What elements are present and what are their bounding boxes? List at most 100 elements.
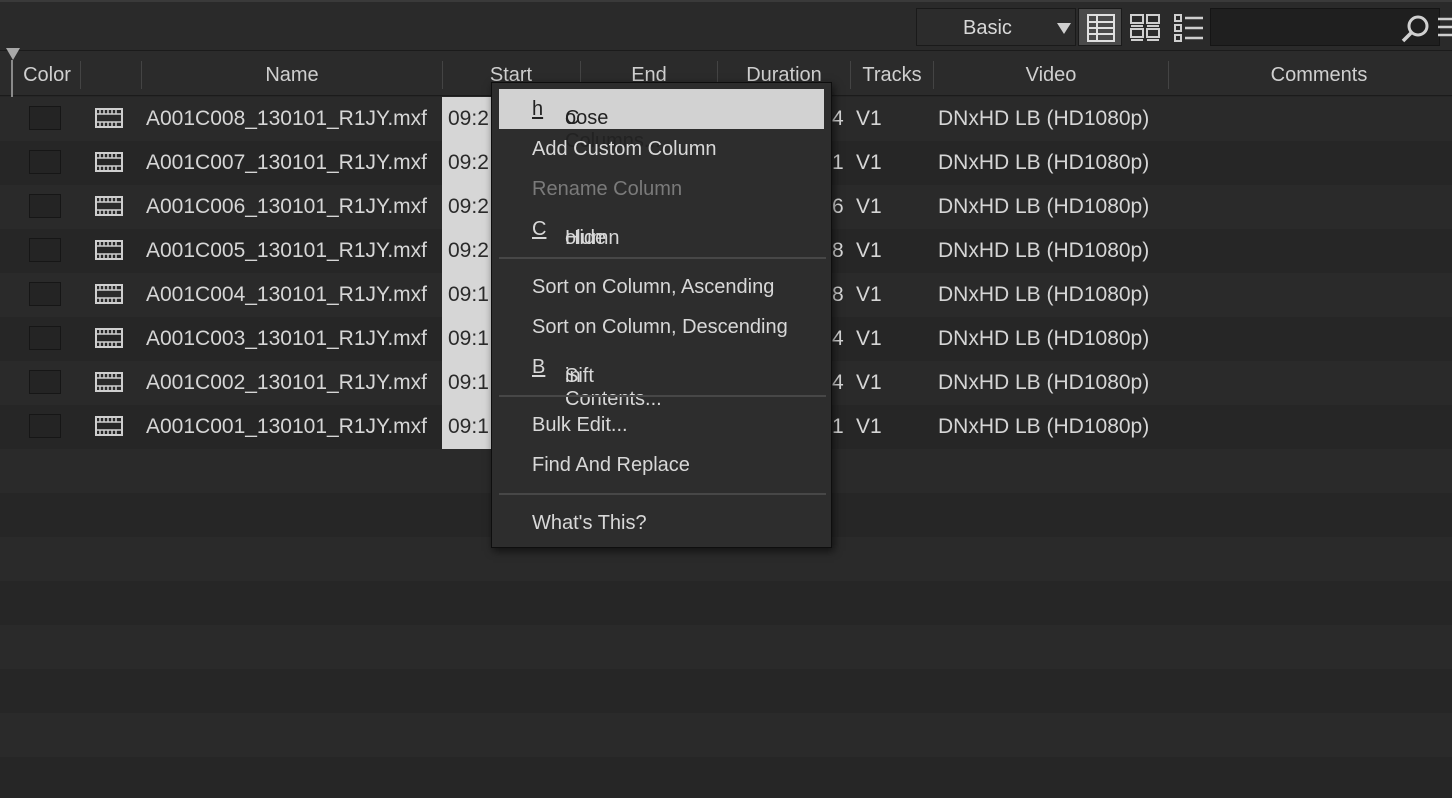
duration-value: 8 bbox=[832, 239, 844, 262]
column-header-color[interactable]: Color bbox=[14, 51, 80, 95]
tracks-value: V1 bbox=[856, 327, 882, 350]
start-value: 09:2 bbox=[448, 107, 489, 130]
start-cell[interactable]: 09:1 bbox=[442, 405, 492, 449]
clip-name: A001C001_130101_R1JY.mxf bbox=[146, 415, 427, 438]
color-swatch[interactable] bbox=[29, 326, 61, 350]
menu-label: What's This? bbox=[532, 512, 647, 534]
tracks-value: V1 bbox=[856, 371, 882, 394]
tracks-value: V1 bbox=[856, 107, 882, 130]
clip-name: A001C006_130101_R1JY.mxf bbox=[146, 195, 427, 218]
clip-name: A001C004_130101_R1JY.mxf bbox=[146, 283, 427, 306]
column-header-name[interactable]: Name bbox=[142, 51, 442, 95]
menu-separator bbox=[499, 493, 826, 495]
start-cell[interactable]: 09:2 bbox=[442, 97, 492, 141]
frame-view-button[interactable] bbox=[1122, 8, 1166, 46]
video-format: DNxHD LB (HD1080p) bbox=[938, 239, 1150, 262]
list-view-icon bbox=[1174, 14, 1203, 42]
menu-separator bbox=[499, 257, 826, 259]
playhead-marker bbox=[6, 48, 20, 60]
start-value: 09:2 bbox=[448, 195, 489, 218]
start-value: 09:2 bbox=[448, 239, 489, 262]
duration-value: 1 bbox=[832, 151, 844, 174]
list-view-button[interactable] bbox=[1078, 8, 1122, 46]
color-swatch[interactable] bbox=[29, 238, 61, 262]
column-header-comments[interactable]: Comments bbox=[1169, 51, 1452, 95]
video-format: DNxHD LB (HD1080p) bbox=[938, 107, 1150, 130]
start-value: 09:1 bbox=[448, 415, 489, 438]
color-swatch[interactable] bbox=[29, 194, 61, 218]
menu-item-add-custom-column[interactable]: Add Custom Column bbox=[499, 129, 824, 169]
search-input[interactable] bbox=[1211, 9, 1407, 45]
film-strip-icon bbox=[95, 240, 123, 260]
menu-item-sort-descending[interactable]: Sort on Column, Descending bbox=[499, 307, 824, 347]
color-swatch[interactable] bbox=[29, 414, 61, 438]
duration-value: 4 bbox=[832, 327, 844, 350]
menu-item-bulk-edit[interactable]: Bulk Edit... bbox=[499, 405, 824, 445]
film-strip-icon bbox=[95, 196, 123, 216]
menu-item-hide-column[interactable]: Hide Column bbox=[499, 209, 824, 249]
empty-row bbox=[0, 669, 1452, 713]
start-cell[interactable]: 09:2 bbox=[442, 141, 492, 185]
menu-label: Add Custom Column bbox=[532, 138, 717, 160]
view-preset-label: Basic bbox=[963, 17, 1012, 39]
start-value: 09:1 bbox=[448, 283, 489, 306]
menu-item-sift-bin-contents[interactable]: Sift Bin Contents... bbox=[499, 347, 824, 410]
duration-value: 1 bbox=[832, 415, 844, 438]
tracks-value: V1 bbox=[856, 151, 882, 174]
column-header-tracks[interactable]: Tracks bbox=[851, 51, 933, 95]
tracks-value: V1 bbox=[856, 239, 882, 262]
duration-value: 8 bbox=[832, 283, 844, 306]
menu-label: Sort on Column, Descending bbox=[532, 316, 788, 338]
script-view-button[interactable] bbox=[1166, 8, 1210, 46]
color-swatch[interactable] bbox=[29, 106, 61, 130]
film-strip-icon bbox=[95, 372, 123, 392]
menu-mnemonic: C bbox=[532, 218, 547, 240]
menu-item-rename-column: Rename Column bbox=[499, 169, 824, 209]
bin-search bbox=[1210, 8, 1440, 46]
frame-view-icon bbox=[1087, 14, 1115, 42]
color-swatch[interactable] bbox=[29, 370, 61, 394]
clip-name: A001C003_130101_R1JY.mxf bbox=[146, 327, 427, 350]
empty-row bbox=[0, 625, 1452, 669]
menu-label: olumn bbox=[565, 227, 620, 249]
tracks-value: V1 bbox=[856, 195, 882, 218]
menu-label: Bulk Edit... bbox=[532, 414, 628, 436]
menu-item-sort-ascending[interactable]: Sort on Column, Ascending bbox=[499, 267, 824, 307]
menu-item-choose-columns[interactable]: Ch oose Columns... bbox=[499, 89, 824, 152]
video-format: DNxHD LB (HD1080p) bbox=[938, 371, 1150, 394]
clip-name: A001C007_130101_R1JY.mxf bbox=[146, 151, 427, 174]
color-swatch[interactable] bbox=[29, 150, 61, 174]
video-format: DNxHD LB (HD1080p) bbox=[938, 151, 1150, 174]
view-preset-dropdown[interactable]: Basic bbox=[916, 8, 1076, 46]
menu-mnemonic: B bbox=[532, 356, 546, 378]
empty-row bbox=[0, 713, 1452, 757]
menu-mnemonic: h bbox=[532, 98, 544, 120]
dropdown-arrow-icon bbox=[1057, 23, 1071, 34]
start-cell[interactable]: 09:1 bbox=[442, 361, 492, 405]
more-icon[interactable] bbox=[1436, 14, 1452, 40]
start-cell[interactable]: 09:2 bbox=[442, 185, 492, 229]
duration-value: 6 bbox=[832, 195, 844, 218]
column-header-icon[interactable] bbox=[81, 51, 141, 95]
video-format: DNxHD LB (HD1080p) bbox=[938, 195, 1150, 218]
menu-item-find-and-replace[interactable]: Find And Replace bbox=[499, 445, 824, 485]
start-cell[interactable]: 09:1 bbox=[442, 273, 492, 317]
film-strip-icon bbox=[95, 152, 123, 172]
tracks-value: V1 bbox=[856, 283, 882, 306]
tracks-value: V1 bbox=[856, 415, 882, 438]
menu-item-whats-this[interactable]: What's This? bbox=[499, 503, 824, 543]
script-view-icon bbox=[1130, 14, 1160, 41]
start-cell[interactable]: 09:1 bbox=[442, 317, 492, 361]
film-strip-icon bbox=[95, 416, 123, 436]
bin-window: Basic Color Name Start End Duration Trac… bbox=[0, 0, 1452, 798]
start-value: 09:1 bbox=[448, 327, 489, 350]
color-swatch[interactable] bbox=[29, 282, 61, 306]
column-header-video[interactable]: Video bbox=[934, 51, 1168, 95]
film-strip-icon bbox=[95, 108, 123, 128]
menu-separator bbox=[499, 395, 826, 397]
start-value: 09:1 bbox=[448, 371, 489, 394]
start-cell[interactable]: 09:2 bbox=[442, 229, 492, 273]
empty-row bbox=[0, 581, 1452, 625]
search-icon[interactable] bbox=[1401, 14, 1431, 44]
bin-toolbar: Basic bbox=[0, 0, 1452, 50]
